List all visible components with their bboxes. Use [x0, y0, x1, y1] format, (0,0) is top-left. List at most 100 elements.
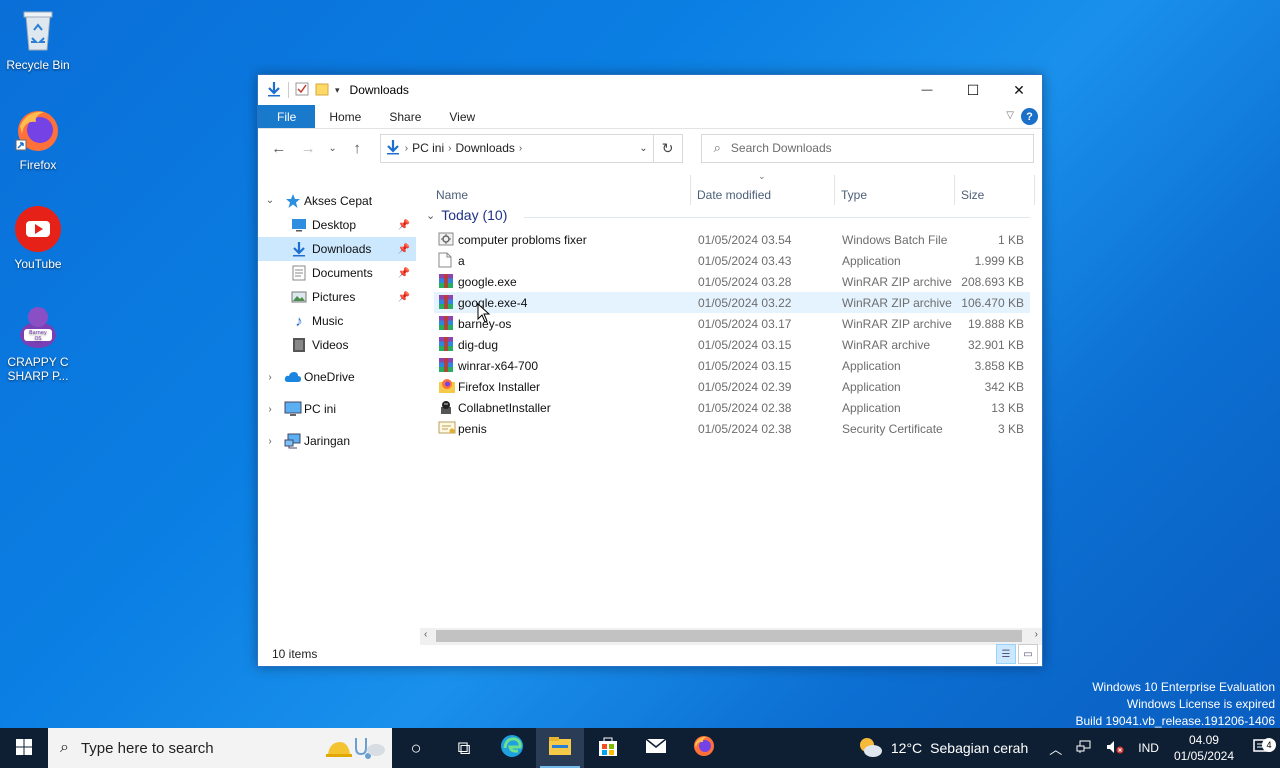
- large-icons-view-button[interactable]: ▭: [1018, 644, 1038, 664]
- show-hidden-icons-chevron-icon[interactable]: ︿: [1049, 739, 1062, 758]
- expand-chevron-icon[interactable]: ⌄: [264, 195, 276, 206]
- address-bar[interactable]: › PC ini › Downloads › ⌄ ↻: [379, 133, 683, 163]
- sidebar-item-music[interactable]: ♪ Music: [258, 309, 416, 333]
- group-header-today[interactable]: ⌄ Today (10): [426, 207, 507, 223]
- file-date: 01/05/2024 03.43: [698, 253, 792, 268]
- table-row[interactable]: google.exe 01/05/2024 03.28 WinRAR ZIP arc…: [434, 271, 1030, 292]
- table-row[interactable]: google.exe-4 01/05/2024 03.22 WinRAR ZIP a…: [434, 292, 1030, 313]
- help-icon[interactable]: ?: [1021, 108, 1038, 125]
- weather-widget[interactable]: 12°C Sebagian cerah: [857, 736, 1028, 761]
- taskbar-firefox[interactable]: [680, 728, 728, 768]
- search-input[interactable]: ⌕ Search Downloads: [700, 133, 1034, 163]
- table-row[interactable]: Firefox Installer 01/05/2024 02.39 Applica…: [434, 376, 1030, 397]
- scroll-left-icon[interactable]: ‹: [424, 629, 427, 640]
- desktop-icon-crappy-c-sharp[interactable]: Barney OS CRAPPY C SHARP P...: [0, 303, 76, 383]
- file-type: WinRAR ZIP archive: [842, 316, 952, 331]
- table-row[interactable]: CollabnetInstaller 01/05/2024 02.38 Applic…: [434, 397, 1030, 418]
- download-arrow-icon: [266, 81, 282, 100]
- start-button[interactable]: [0, 728, 48, 768]
- details-view-button[interactable]: ☰: [996, 644, 1016, 664]
- task-view-button[interactable]: ⧉: [440, 728, 488, 768]
- tab-home[interactable]: Home: [315, 105, 375, 128]
- file-date: 01/05/2024 03.17: [698, 316, 792, 331]
- clock[interactable]: 04.09 01/05/2024: [1174, 732, 1234, 764]
- expand-ribbon-icon[interactable]: ▽: [1006, 110, 1014, 121]
- taskbar-file-explorer[interactable]: [536, 728, 584, 768]
- column-header-date[interactable]: Date modified: [697, 183, 771, 207]
- desktop-icon-youtube[interactable]: YouTube: [0, 205, 76, 271]
- taskbar-mail[interactable]: [632, 728, 680, 768]
- desktop-icon-recycle-bin[interactable]: Recycle Bin: [0, 6, 76, 72]
- task-view-button[interactable]: ○: [392, 728, 440, 768]
- chevron-down-icon: ⌄: [328, 142, 337, 154]
- sidebar-item-desktop[interactable]: Desktop 📌: [258, 213, 416, 237]
- scrollbar-thumb[interactable]: [436, 630, 1022, 642]
- maximize-icon: ☐: [966, 81, 980, 98]
- table-row[interactable]: a 01/05/2024 03.43 Application 1.999 KB: [434, 250, 1030, 271]
- tab-file[interactable]: File: [258, 105, 316, 128]
- taskbar-edge[interactable]: [488, 728, 536, 768]
- pin-icon[interactable]: 📌: [398, 220, 410, 231]
- table-row[interactable]: barney-os 01/05/2024 03.17 WinRAR ZIP arch…: [434, 313, 1030, 334]
- winrar-icon: [438, 315, 454, 331]
- table-row[interactable]: computer probloms fixer 01/05/2024 03.54 W…: [434, 229, 1030, 250]
- file-date: 01/05/2024 02.38: [698, 400, 792, 415]
- nav-label: Documents: [312, 266, 373, 280]
- address-dropdown-icon[interactable]: ⌄: [639, 143, 647, 154]
- up-button[interactable]: ↑: [344, 135, 369, 161]
- collapse-chevron-icon[interactable]: ⌄: [426, 209, 435, 222]
- new-folder-icon[interactable]: [315, 82, 329, 99]
- nav-label: Downloads: [312, 242, 372, 256]
- tab-view[interactable]: View: [435, 105, 489, 128]
- expand-chevron-icon[interactable]: ›: [264, 372, 276, 383]
- customize-dropdown-icon[interactable]: ▾: [335, 85, 340, 96]
- notification-center-button[interactable]: 4: [1244, 737, 1280, 758]
- scroll-right-icon[interactable]: ›: [1035, 629, 1038, 640]
- taskbar-store[interactable]: [584, 728, 632, 768]
- sidebar-item-network[interactable]: › Jaringan: [258, 429, 416, 453]
- forward-button[interactable]: →: [295, 135, 320, 161]
- breadcrumb-downloads[interactable]: Downloads: [452, 141, 519, 155]
- refresh-button[interactable]: ↻: [652, 134, 682, 162]
- back-button[interactable]: ←: [266, 135, 291, 161]
- tab-share[interactable]: Share: [375, 105, 435, 128]
- sidebar-item-videos[interactable]: Videos: [258, 333, 416, 357]
- input-language[interactable]: IND: [1138, 741, 1159, 755]
- firefox-icon: [14, 106, 62, 154]
- pin-icon[interactable]: 📌: [398, 244, 410, 255]
- table-row[interactable]: dig-dug 01/05/2024 03.15 WinRAR archive 32.…: [434, 334, 1030, 355]
- sidebar-item-onedrive[interactable]: › OneDrive: [258, 365, 416, 389]
- maximize-button[interactable]: ☐: [950, 75, 996, 105]
- properties-icon[interactable]: [295, 82, 309, 99]
- sidebar-item-pc[interactable]: › PC ini: [258, 397, 416, 421]
- nav-quick-access[interactable]: ⌄ Akses Cepat: [258, 189, 416, 213]
- search-icon: ⌕: [713, 140, 721, 155]
- pin-icon[interactable]: 📌: [398, 268, 410, 279]
- mouse-cursor-icon: [477, 302, 491, 326]
- volume-muted-icon[interactable]: [1106, 740, 1124, 757]
- file-type: Application: [842, 379, 901, 394]
- expand-chevron-icon[interactable]: ›: [264, 436, 276, 447]
- firefox-installer-icon: [438, 378, 455, 394]
- sidebar-item-documents[interactable]: Documents 📌: [258, 261, 416, 285]
- column-header-size[interactable]: Size: [961, 183, 984, 207]
- table-row[interactable]: penis 01/05/2024 02.38 Security Certificat…: [434, 418, 1030, 439]
- column-header-type[interactable]: Type: [841, 183, 867, 207]
- taskbar-search-placeholder: Type here to search: [80, 739, 214, 757]
- desktop-icon-firefox[interactable]: Firefox: [0, 106, 76, 172]
- pin-icon[interactable]: 📌: [398, 292, 410, 303]
- system-tray: 12°C Sebagian cerah ︿ IND 04.09 01/05/20…: [857, 728, 1280, 768]
- expand-chevron-icon[interactable]: ›: [264, 404, 276, 415]
- taskbar-search-input[interactable]: ⌕ Type here to search: [48, 728, 392, 768]
- sidebar-item-downloads[interactable]: Downloads 📌: [258, 237, 416, 261]
- column-header-name[interactable]: Name: [436, 183, 468, 207]
- breadcrumb-separator-icon[interactable]: ›: [519, 143, 522, 154]
- svg-text:OS: OS: [34, 336, 41, 342]
- table-row[interactable]: winrar-x64-700 01/05/2024 03.15 Applicatio…: [434, 355, 1030, 376]
- recent-locations-button[interactable]: ⌄: [325, 135, 341, 161]
- breadcrumb-pc[interactable]: PC ini: [408, 141, 448, 155]
- close-button[interactable]: ✕: [996, 75, 1042, 105]
- sidebar-item-pictures[interactable]: Pictures 📌: [258, 285, 416, 309]
- minimize-button[interactable]: —: [904, 75, 950, 105]
- network-icon[interactable]: [1076, 740, 1092, 757]
